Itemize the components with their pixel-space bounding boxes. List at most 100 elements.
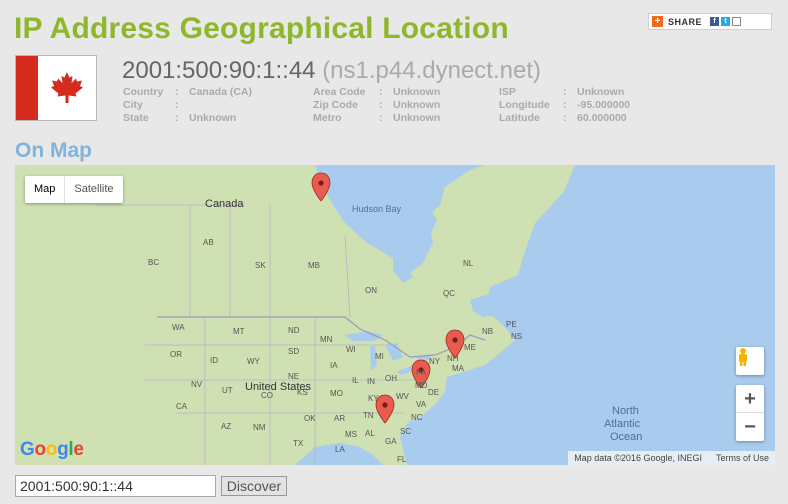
ip-hostname: (ns1.p44.dynect.net) [322,57,541,84]
section-title-on-map: On Map [15,139,92,162]
detail-label: City [123,99,143,111]
map-label-in: IN [367,377,375,386]
map-label-me: ME [464,343,476,352]
map-label-wy: WY [247,357,261,366]
map-label-nd: ND [288,326,300,335]
map-label-nh: NH [447,354,459,363]
ip-heading: 2001:500:90:1::44 (ns1.p44.dynect.net) [122,57,541,85]
map-label-qc: QC [443,289,455,298]
map-label-nb: NB [482,327,493,336]
google-logo[interactable]: Google [20,439,84,461]
details-column-1: Country: Canada (CA) City: State: Unknown [123,86,253,124]
map-label-ny: NY [429,357,441,366]
map-label-ocean-2: Atlantic [604,418,641,430]
map-label-mb: MB [308,261,320,270]
map-label-on: ON [365,286,377,295]
detail-value: -95.000000 [577,99,631,111]
map-label-sd: SD [288,347,299,356]
map-label-pe: PE [506,320,517,329]
ip-search-input[interactable] [15,475,216,497]
detail-value: Canada (CA) [189,86,253,98]
map-type-satellite-button[interactable]: Satellite [65,176,122,203]
map-label-tx: TX [293,439,304,448]
detail-label: State [123,112,149,124]
terms-of-use-link[interactable]: Terms of Use [716,453,769,463]
map-label-mo: MO [330,389,343,398]
map-label-wi: WI [346,345,356,354]
detail-label: Latitude [499,112,540,124]
details-column-3: ISP: Unknown Longitude: -95.000000 Latitud… [499,86,631,124]
share-plus-icon: + [652,16,663,27]
detail-value: Unknown [577,86,625,98]
map-label-ar: AR [334,414,345,423]
map-label-de: DE [428,388,439,397]
map-label-fl: FL [397,455,407,464]
map-type-control: Map Satellite [25,176,123,203]
map-label-ok: OK [304,414,316,423]
map-label-mt: MT [233,327,245,336]
detail-value: 60.000000 [577,112,627,124]
map-label-oh: OH [385,374,397,383]
map-label-il: IL [352,376,359,385]
zoom-in-button[interactable]: + [736,385,764,413]
map-viewport[interactable]: Canada Hudson Bay United States North At… [15,165,775,465]
map-label-ia: IA [330,361,338,370]
ip-address: 2001:500:90:1::44 [122,57,316,84]
map-label-co: CO [261,391,273,400]
email-icon[interactable] [732,17,742,26]
canada-flag [15,55,97,121]
map-canvas[interactable]: Canada Hudson Bay United States North At… [15,165,775,465]
map-label-bc: BC [148,258,159,267]
detail-value: Unknown [189,112,237,124]
map-label-nc: NC [411,413,423,422]
detail-label: Zip Code [313,99,358,111]
map-label-ocean-3: Ocean [610,431,642,443]
map-label-ne: NE [288,372,299,381]
map-label-wa: WA [172,323,185,332]
map-label-or: OR [170,350,182,359]
map-type-map-button[interactable]: Map [25,176,66,203]
map-label-md: MD [415,381,428,390]
map-label-ms: MS [345,430,357,439]
map-label-wv: WV [396,392,410,401]
map-label-ks: KS [297,388,308,397]
map-label-az: AZ [221,422,231,431]
map-label-ns: NS [511,332,522,341]
facebook-icon[interactable]: f [710,17,720,26]
discover-button[interactable]: Discover [221,476,287,496]
map-label-ab: AB [203,238,214,247]
map-label-nl: NL [463,259,474,268]
map-label-mn: MN [320,335,333,344]
detail-label: Metro [313,112,342,124]
map-label-ma: MA [452,364,465,373]
share-button[interactable]: + SHARE f t [648,13,772,30]
map-label-hudson-bay: Hudson Bay [352,204,402,214]
zoom-control: + − [736,385,764,441]
detail-value: Unknown [393,112,441,124]
street-view-pegman-icon[interactable] [736,347,764,375]
zoom-out-button[interactable]: − [736,413,764,441]
map-label-al: AL [365,429,375,438]
map-label-ocean-1: North [612,405,639,417]
maple-leaf-icon [51,72,83,103]
twitter-icon[interactable]: t [721,17,731,26]
map-label-mi: MI [375,352,384,361]
map-label-nm: NM [253,423,266,432]
detail-value: Unknown [393,99,441,111]
map-label-ca: CA [176,402,188,411]
map-label-va: VA [416,400,427,409]
map-label-sk: SK [255,261,266,270]
map-label-pa: PA [416,368,427,377]
map-label-canada: Canada [205,198,244,210]
map-label-la: LA [335,445,345,454]
map-attribution-bar: Map data ©2016 Google, INEGI Terms of Us… [568,451,775,465]
detail-value: Unknown [393,86,441,98]
detail-label: Longitude [499,99,550,111]
map-attribution[interactable]: Map data ©2016 Google, INEGI [574,453,702,463]
map-label-id: ID [210,356,218,365]
map-label-sc: SC [400,427,411,436]
details-column-2: Area Code: Unknown Zip Code: Unknown Metro… [313,86,441,124]
page-title: IP Address Geographical Location [14,12,509,45]
share-label: SHARE [668,16,703,27]
map-label-ky: KY [368,394,379,403]
